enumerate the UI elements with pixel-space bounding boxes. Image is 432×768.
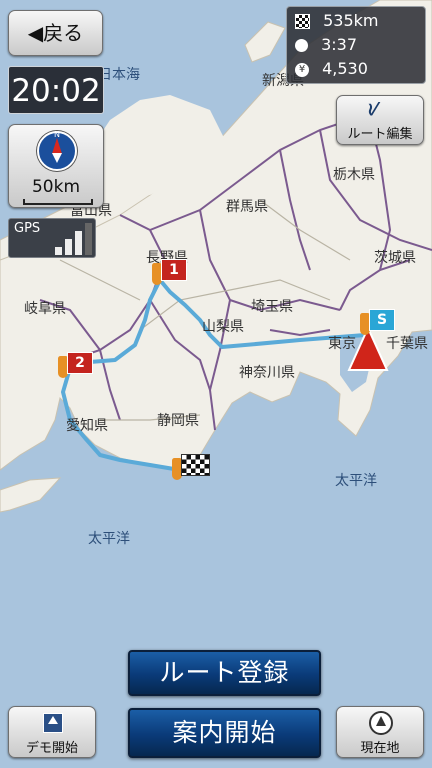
route-edit-button[interactable]: ≀⁄ ルート編集	[336, 95, 424, 145]
yen-icon: ¥	[295, 62, 309, 77]
waypoint-2-flag[interactable]: 2	[58, 352, 94, 380]
route-summary-panel: 535km 3:37 ¥ 4,530	[286, 6, 426, 84]
map-label-nihonkai: 日本海	[98, 67, 140, 83]
map-label-saitama: 埼玉県	[251, 299, 293, 315]
toll-value: 4,530	[322, 59, 368, 78]
back-button[interactable]: ◀戻る	[8, 10, 103, 56]
map-label-tochigi: 栃木県	[333, 167, 375, 183]
duration-row: 3:37	[295, 35, 357, 54]
checkered-flag-icon	[295, 14, 310, 29]
current-location-icon	[369, 711, 393, 735]
scale-label: 50km	[31, 177, 81, 197]
map-label-kanagawa: 神奈川県	[239, 365, 295, 381]
clock: 20:02	[8, 66, 104, 114]
waypoint-2-number: 2	[67, 352, 93, 374]
route-edit-label: ルート編集	[347, 127, 413, 142]
demo-play-icon	[43, 713, 63, 733]
gps-label: GPS	[14, 221, 41, 236]
start-flag-letter: S	[369, 309, 395, 331]
toll-row: ¥ 4,530	[295, 59, 368, 78]
compass-icon: N	[37, 130, 77, 171]
start-guidance-button[interactable]: 案内開始	[128, 708, 321, 758]
compass-north-letter: N	[54, 130, 60, 139]
checkered-flag-icon	[181, 454, 210, 476]
current-location-button[interactable]: 現在地	[336, 706, 424, 758]
clock-icon	[295, 39, 308, 52]
map-label-gifu: 岐阜県	[24, 301, 66, 317]
map-label-gunma: 群馬県	[226, 199, 268, 215]
distance-row: 535km	[295, 11, 378, 30]
map-label-aichi: 愛知県	[66, 418, 108, 434]
map-label-pacific-east: 太平洋	[335, 473, 377, 489]
map-label-pacific-west: 太平洋	[88, 531, 130, 547]
goal-flag[interactable]	[172, 454, 212, 484]
compass-scale-button[interactable]: N 50km	[8, 124, 104, 208]
duration-value: 3:37	[321, 35, 358, 54]
waypoint-1-number: 1	[161, 259, 187, 281]
current-location-label: 現在地	[360, 741, 400, 756]
map-label-ibaraki: 茨城県	[374, 250, 416, 266]
start-flag[interactable]: S	[360, 309, 400, 337]
demo-start-label: デモ開始	[25, 741, 78, 756]
route-edit-icon: ≀⁄	[367, 99, 377, 120]
scale-bar	[23, 199, 93, 205]
map-label-tokyo: 東京	[328, 336, 356, 352]
map-label-yamanashi: 山梨県	[202, 319, 244, 335]
distance-value: 535km	[323, 11, 379, 30]
demo-start-button[interactable]: デモ開始	[8, 706, 96, 758]
map-label-shizuoka: 静岡県	[157, 413, 199, 429]
gps-indicator: GPS	[8, 218, 96, 258]
register-route-button[interactable]: ルート登録	[128, 650, 321, 696]
waypoint-1-flag[interactable]: 1	[152, 259, 188, 287]
